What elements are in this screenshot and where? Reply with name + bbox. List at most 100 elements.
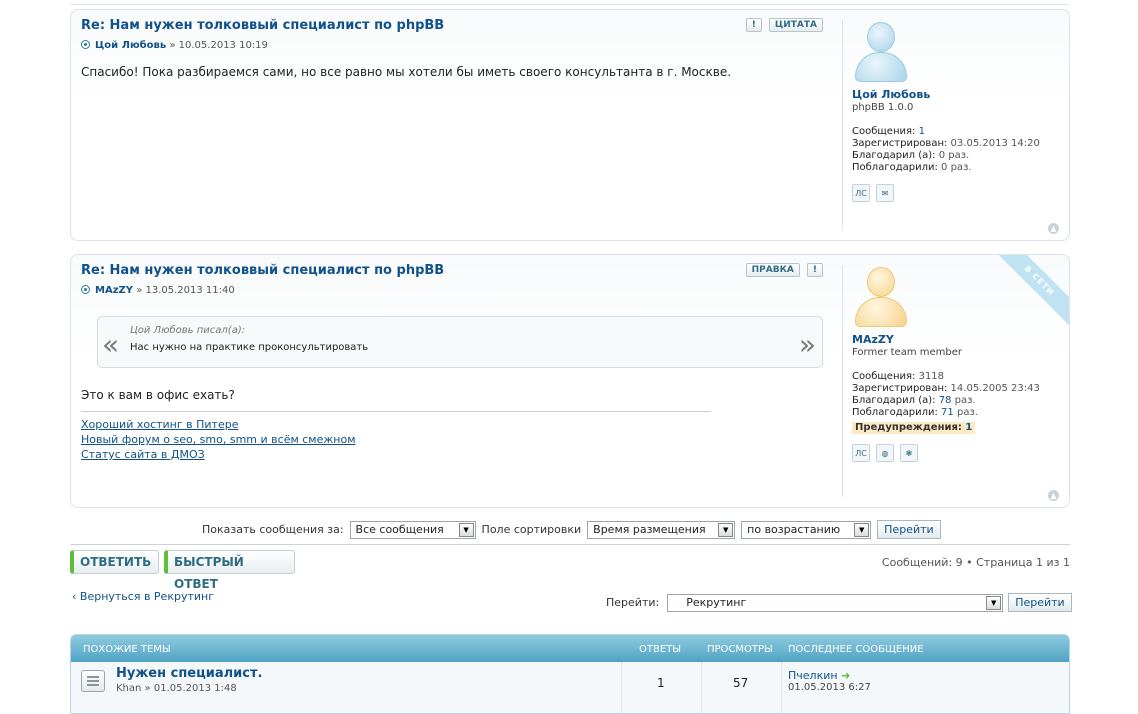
profile-contact-icons: ЛС ◍ ❃ bbox=[852, 444, 1069, 462]
sort-label: Поле сортировки bbox=[481, 523, 582, 536]
col-divider bbox=[781, 662, 782, 713]
related-topics: ПОХОЖИЕ ТЕМЫ ОТВЕТЫ ПРОСМОТРЫ ПОСЛЕДНЕЕ … bbox=[70, 634, 1070, 714]
jump-label: Перейти: bbox=[606, 596, 660, 609]
stat-label: Благодарил (а): bbox=[852, 395, 936, 406]
signature-link[interactable]: Хороший хостинг в Питере bbox=[81, 417, 711, 432]
show-label: Показать сообщения за: bbox=[202, 523, 344, 536]
pm-icon[interactable]: ЛС bbox=[852, 444, 870, 462]
report-button[interactable]: ! bbox=[745, 18, 762, 32]
stat-posts[interactable]: 1 bbox=[919, 126, 925, 137]
post-1: Re: Нам нужен толковвый специалист по ph… bbox=[70, 9, 1070, 241]
jump-select[interactable]: Рекрутинг ▼ bbox=[667, 593, 1004, 612]
quick-reply-button[interactable]: БЫСТРЫЙ ОТВЕТ bbox=[164, 550, 295, 591]
quote-text: Нас нужно на практике проконсультировать bbox=[130, 342, 369, 353]
user-profile: MAzZY Former team member Сообщения: 3118… bbox=[842, 265, 1069, 497]
stat-thanked: 0 раз. bbox=[938, 150, 970, 161]
post-title[interactable]: Re: Нам нужен толковвый специалист по ph… bbox=[81, 263, 444, 278]
stat-label: Зарегистрирован: bbox=[852, 138, 948, 149]
stat-label: Предупреждения: bbox=[855, 422, 962, 433]
stat-registered: 14.05.2005 23:43 bbox=[950, 383, 1040, 394]
chevron-down-icon: ▼ bbox=[458, 522, 474, 537]
profile-stats: Сообщения: 1 Зарегистрирован: 03.05.2013… bbox=[852, 126, 1069, 174]
table-row: Нужен специалист. Khan » 01.05.2013 1:48… bbox=[71, 662, 1069, 713]
signature-link[interactable]: Новый форум о seo, smo, smm и всём смежн… bbox=[81, 432, 711, 447]
topic-sub: Khan » 01.05.2013 1:48 bbox=[116, 683, 237, 694]
stat-got-thanks: 0 раз. bbox=[941, 162, 972, 173]
profile-rank: Former team member bbox=[852, 347, 962, 358]
post-meta: MAzZY » 13.05.2013 11:40 bbox=[81, 284, 833, 296]
quote-button[interactable]: ЦИТАТА bbox=[768, 18, 823, 32]
sort-go-button[interactable]: Перейти bbox=[877, 520, 941, 539]
warnings-badge: Предупреждения: 1 bbox=[852, 422, 976, 434]
post-dot-icon bbox=[81, 285, 90, 294]
col-divider bbox=[621, 662, 622, 713]
go-to-post-icon: ➜ bbox=[841, 669, 851, 682]
topic-title[interactable]: Нужен специалист. bbox=[116, 666, 262, 681]
show-select[interactable]: Все сообщения ▼ bbox=[349, 520, 476, 539]
quote-close-icon: » bbox=[798, 328, 816, 361]
signature: Хороший хостинг в Питере Новый форум о s… bbox=[81, 411, 711, 462]
pm-icon[interactable]: ЛС bbox=[852, 184, 870, 202]
topic-replies: 1 bbox=[657, 676, 665, 690]
jump-select-value: Рекрутинг bbox=[686, 596, 747, 609]
back-to-top-icon[interactable]: ▲ bbox=[1048, 223, 1059, 234]
stat-unit: раз. bbox=[956, 407, 978, 418]
post-text: Это к вам в офис ехать? bbox=[81, 388, 235, 402]
stat-warnings: 1 bbox=[965, 422, 973, 433]
user-profile: Цой Любовь phpBB 1.0.0 Сообщения: 1 Заре… bbox=[842, 20, 1069, 230]
stat-got-thanks[interactable]: 71 bbox=[941, 407, 954, 418]
report-button[interactable]: ! bbox=[806, 263, 823, 277]
post-2: В СЕТИ Re: Нам нужен толковвый специалис… bbox=[70, 254, 1070, 508]
signature-link[interactable]: Статус сайта в ДМОЗ bbox=[81, 447, 711, 462]
icq-icon[interactable]: ❃ bbox=[900, 444, 918, 462]
stat-label: Поблагодарили: bbox=[852, 162, 938, 173]
order-select[interactable]: по возрастанию ▼ bbox=[741, 520, 872, 539]
jump-go-button[interactable]: Перейти bbox=[1008, 593, 1072, 612]
header-replies: ОТВЕТЫ bbox=[639, 644, 682, 655]
post-buttons: ПРАВКА ! bbox=[745, 263, 823, 277]
stat-label: Сообщения: bbox=[852, 371, 916, 382]
post-author[interactable]: MAzZY bbox=[95, 285, 133, 296]
post-title[interactable]: Re: Нам нужен толковвый специалист по ph… bbox=[81, 18, 444, 33]
website-icon[interactable]: ◍ bbox=[876, 444, 894, 462]
avatar bbox=[852, 267, 908, 339]
chevron-down-icon: ▼ bbox=[718, 522, 734, 537]
post-dot-icon bbox=[81, 40, 90, 49]
profile-contact-icons: ЛС ✉ bbox=[852, 184, 1069, 202]
chevron-down-icon: ▼ bbox=[986, 595, 1002, 610]
pagination-info: Сообщений: 9 • Страница 1 из 1 bbox=[881, 556, 1070, 569]
last-author-name: Пчелкин bbox=[788, 669, 838, 682]
col-divider bbox=[701, 662, 702, 713]
quote-open-icon: « bbox=[102, 328, 120, 361]
sort-select-value: Время размещения bbox=[593, 523, 706, 536]
back-to-forum-link[interactable]: ‹ Вернуться в Рекрутинг bbox=[72, 590, 214, 603]
jump-box: Перейти: Рекрутинг ▼ Перейти bbox=[606, 593, 1072, 612]
post-text: Спасибо! Пока разбираемся сами, но все р… bbox=[81, 65, 732, 79]
avatar bbox=[852, 22, 908, 94]
last-post-date: 01.05.2013 6:27 bbox=[788, 682, 871, 693]
sort-select[interactable]: Время размещения ▼ bbox=[587, 520, 736, 539]
stat-posts: 3118 bbox=[918, 371, 945, 382]
sort-bar: Показать сообщения за: Все сообщения ▼ По… bbox=[202, 520, 941, 539]
topic-icon bbox=[81, 670, 105, 692]
post-date: » 13.05.2013 11:40 bbox=[136, 285, 235, 296]
header-topics: ПОХОЖИЕ ТЕМЫ bbox=[83, 644, 171, 655]
last-post-author[interactable]: Пчелкин ➜ bbox=[788, 669, 850, 682]
stat-registered: 03.05.2013 14:20 bbox=[950, 138, 1040, 149]
stat-label: Поблагодарили: bbox=[852, 407, 938, 418]
topic-views: 57 bbox=[733, 676, 749, 690]
post-author[interactable]: Цой Любовь bbox=[95, 40, 166, 51]
post-buttons: ! ЦИТАТА bbox=[745, 18, 823, 32]
edit-button[interactable]: ПРАВКА bbox=[745, 263, 800, 277]
post-meta: Цой Любовь » 10.05.2013 10:19 bbox=[81, 39, 833, 51]
email-icon[interactable]: ✉ bbox=[876, 184, 894, 202]
quote-cite: Цой Любовь писал(а): bbox=[130, 325, 246, 336]
top-divider bbox=[70, 0, 1070, 5]
quote-block: « Цой Любовь писал(а): Нас нужно на прак… bbox=[97, 316, 823, 368]
reply-button[interactable]: ОТВЕТИТЬ bbox=[70, 550, 159, 574]
profile-stats: Сообщения: 3118 Зарегистрирован: 14.05.2… bbox=[852, 371, 1069, 434]
stat-label: Зарегистрирован: bbox=[852, 383, 948, 394]
related-header: ПОХОЖИЕ ТЕМЫ ОТВЕТЫ ПРОСМОТРЫ ПОСЛЕДНЕЕ … bbox=[71, 635, 1069, 662]
back-to-top-icon[interactable]: ▲ bbox=[1048, 490, 1059, 501]
stat-thanked[interactable]: 78 bbox=[939, 395, 952, 406]
